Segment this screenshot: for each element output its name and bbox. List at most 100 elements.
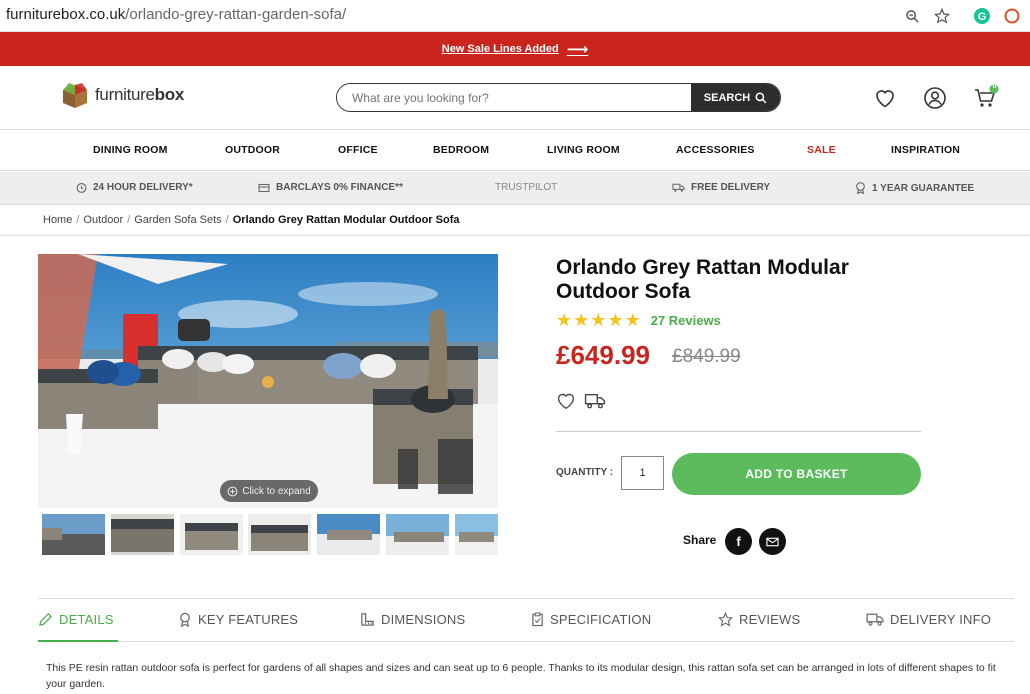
nav-outdoor[interactable]: OUTDOOR: [225, 144, 280, 156]
promo-text[interactable]: New Sale Lines Added: [442, 43, 559, 55]
usp-label: 24 HOUR DELIVERY*: [93, 182, 193, 193]
product-title-line-1: Orlando Grey Rattan Modular: [556, 256, 849, 279]
search-input[interactable]: [337, 84, 691, 111]
product-title-line-2: Outdoor Sofa: [556, 280, 691, 303]
email-share-icon[interactable]: [759, 528, 786, 555]
tab-label: DIMENSIONS: [381, 612, 466, 627]
nav-dining-room[interactable]: DINING ROOM: [93, 144, 168, 156]
usp-bar: 24 HOUR DELIVERY* BARCLAYS 0% FINANCE** …: [0, 172, 1030, 205]
nav-living-room[interactable]: LIVING ROOM: [547, 144, 620, 156]
logo-text-bold: box: [154, 85, 185, 104]
url-path: /orlando-grey-rattan-garden-sofa/: [125, 6, 347, 23]
zoom-plus-icon: [227, 486, 238, 496]
click-to-expand-button[interactable]: Click to expand: [220, 480, 318, 502]
card-icon: [258, 183, 270, 192]
truck-icon: [866, 613, 884, 626]
url-field[interactable]: furniturebox.co.uk/orlando-grey-rattan-g…: [6, 6, 346, 23]
tab-specification[interactable]: SPECIFICATION: [531, 612, 651, 627]
tab-dimensions[interactable]: DIMENSIONS: [360, 612, 465, 627]
breadcrumb-current: Orlando Grey Rattan Modular Outdoor Sofa: [232, 214, 460, 226]
product-rating[interactable]: ★ ★ ★ ★ ★ 27 Reviews: [556, 310, 721, 331]
pencil-icon: [39, 613, 52, 626]
breadcrumb: Home / Outdoor / Garden Sofa Sets / Orlando…: [0, 205, 1030, 236]
tab-label: DELIVERY INFO: [890, 612, 992, 627]
breadcrumb-separator: /: [127, 214, 131, 226]
divider: [556, 431, 921, 432]
breadcrumb-outdoor[interactable]: Outdoor: [83, 214, 123, 226]
basket-count-badge: 0: [992, 83, 997, 90]
search-icon: [755, 92, 767, 103]
tab-key-features[interactable]: KEY FEATURES: [178, 612, 298, 627]
tab-label: REVIEWS: [739, 612, 801, 627]
product-description: This PE resin rattan outdoor sofa is per…: [46, 662, 996, 690]
clock-icon: [76, 183, 87, 193]
add-to-wishlist-heart-icon[interactable]: [556, 392, 576, 415]
usp-24-hour-delivery: 24 HOUR DELIVERY*: [76, 182, 193, 193]
nav-inspiration[interactable]: INSPIRATION: [891, 144, 960, 156]
thumbnail-6[interactable]: [386, 514, 449, 555]
thumbnail-2[interactable]: [111, 514, 174, 555]
star-icon: ★: [624, 310, 641, 330]
tab-label: SPECIFICATION: [550, 612, 652, 627]
delivery-truck-icon[interactable]: [584, 392, 606, 415]
tab-reviews[interactable]: REVIEWS: [718, 612, 800, 627]
usp-label: 1 YEAR GUARANTEE: [872, 182, 975, 194]
nav-office[interactable]: OFFICE: [338, 144, 378, 156]
logo-text-light: furniture: [95, 85, 155, 104]
grammarly-extension-icon[interactable]: G: [972, 6, 992, 26]
tab-label: DETAILS: [59, 612, 114, 627]
star-icon: ★: [573, 310, 590, 330]
bookmark-star-icon[interactable]: [932, 6, 952, 26]
breadcrumb-separator: /: [76, 214, 80, 226]
browser-address-bar: furniturebox.co.uk/orlando-grey-rattan-g…: [0, 0, 1030, 32]
star-icon: ★: [607, 310, 624, 330]
logo-text: furniturebox: [95, 85, 184, 105]
clipboard-icon: [532, 612, 543, 627]
search-button[interactable]: SEARCH: [691, 84, 780, 111]
product-tabs: DETAILS KEY FEATURES DIMENSIONS SPECIFIC…: [38, 598, 1014, 642]
search-button-label: SEARCH: [703, 91, 751, 104]
quantity-input[interactable]: 1: [621, 456, 664, 490]
nav-bedroom[interactable]: BEDROOM: [433, 144, 489, 156]
usp-label: BARCLAYS 0% FINANCE**: [276, 182, 403, 193]
product-price: £649.99: [556, 340, 650, 370]
arrow-right-icon: ⟶: [566, 41, 589, 58]
main-navigation: DINING ROOM OUTDOOR OFFICE BEDROOM LIVIN…: [0, 131, 1030, 171]
site-header: furniturebox SEARCH 0: [0, 66, 1030, 130]
nav-sale[interactable]: SALE: [807, 144, 836, 156]
thumbnail-1[interactable]: [42, 514, 105, 555]
star-outline-icon: [718, 612, 733, 627]
thumbnail-7[interactable]: [455, 514, 498, 555]
usp-label: TRUSTPILOT: [495, 182, 558, 193]
facebook-share-icon[interactable]: f: [725, 528, 752, 555]
product-main-image[interactable]: [38, 254, 498, 508]
account-user-icon[interactable]: [923, 86, 949, 112]
product-old-price: £849.99: [672, 346, 741, 367]
usp-finance: BARCLAYS 0% FINANCE**: [258, 182, 403, 193]
thumbnail-5[interactable]: [317, 514, 380, 555]
star-icon: ★: [590, 310, 607, 330]
usp-trustpilot[interactable]: TRUSTPILOT: [495, 182, 557, 193]
extension-icon[interactable]: [1002, 6, 1022, 26]
wishlist-heart-icon[interactable]: [873, 86, 899, 112]
logo-box-icon: [60, 81, 90, 109]
breadcrumb-home[interactable]: Home: [43, 214, 72, 226]
thumbnail-3[interactable]: [180, 514, 243, 555]
thumbnail-4[interactable]: [248, 514, 311, 555]
basket-cart-icon[interactable]: 0: [973, 83, 999, 110]
promo-banner[interactable]: New Sale Lines Added ⟶: [0, 32, 1030, 66]
site-logo[interactable]: furniturebox: [60, 81, 184, 109]
tab-details[interactable]: DETAILS: [38, 612, 114, 627]
zoom-icon[interactable]: [902, 6, 922, 26]
breadcrumb-garden-sofa-sets[interactable]: Garden Sofa Sets: [134, 214, 221, 226]
usp-free-delivery: FREE DELIVERY: [672, 182, 770, 193]
reviews-link[interactable]: 27 Reviews: [651, 313, 721, 328]
share-label: Share: [683, 533, 717, 547]
url-domain: furniturebox.co.uk: [6, 6, 126, 23]
usp-guarantee: 1 YEAR GUARANTEE: [855, 182, 974, 194]
product-title: Orlando Grey Rattan Modular Outdoor Sofa: [556, 256, 956, 304]
tab-delivery-info[interactable]: DELIVERY INFO: [866, 612, 991, 627]
nav-accessories[interactable]: ACCESSORIES: [676, 144, 755, 156]
add-to-basket-button[interactable]: ADD TO BASKET: [672, 453, 921, 495]
active-tab-indicator: [38, 640, 118, 642]
